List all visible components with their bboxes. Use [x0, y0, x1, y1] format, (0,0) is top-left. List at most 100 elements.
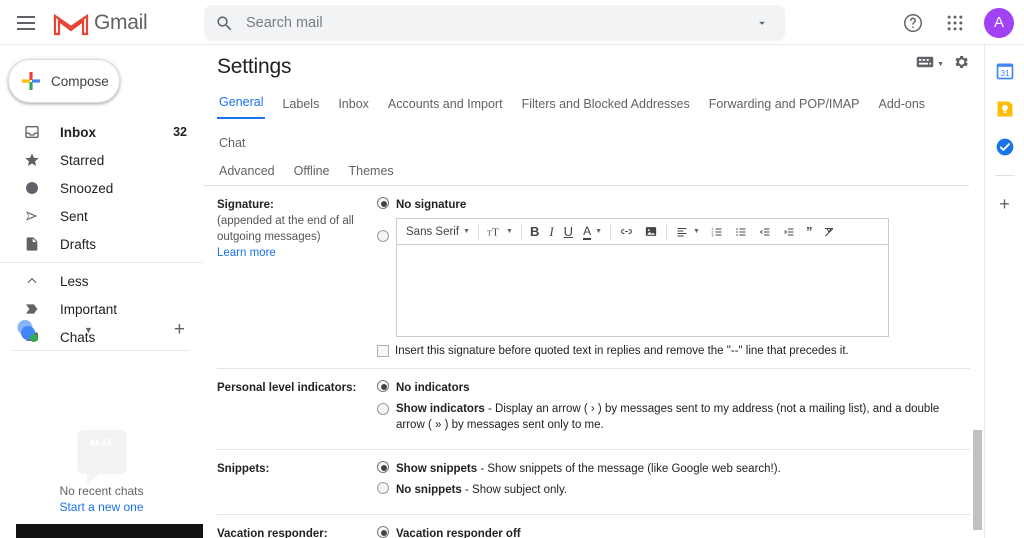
insert-before-quoted-label: Insert this signature before quoted text…: [395, 345, 849, 357]
indent-less-icon[interactable]: [753, 220, 777, 244]
numbered-list-icon[interactable]: 123: [705, 220, 729, 244]
personal-indicators-option-show[interactable]: Show indicators - Display an arrow ( › )…: [377, 401, 970, 433]
signature-label-block: Signature: (appended at the end of all o…: [217, 197, 377, 357]
google-calendar-icon[interactable]: 31: [995, 61, 1015, 81]
font-size-button[interactable]: TT ▼: [482, 220, 518, 244]
vacation-body: Vacation responder off Vacation responde…: [377, 526, 970, 538]
show-indicators-radio[interactable]: [377, 403, 389, 415]
sidebar-item-less[interactable]: Less: [0, 267, 203, 295]
signature-custom-radio[interactable]: [377, 230, 389, 242]
main-scrollbar-thumb[interactable]: [973, 430, 982, 530]
snippets-label: Snippets:: [217, 461, 367, 477]
search-icon[interactable]: [204, 14, 244, 33]
snippets-option-show[interactable]: Show snippets - Show snippets of the mes…: [377, 461, 970, 477]
signature-note: (appended at the end of all outgoing mes…: [217, 215, 354, 243]
plus-icon[interactable]: +: [999, 194, 1010, 215]
gear-icon[interactable]: [952, 53, 970, 76]
help-icon[interactable]: [894, 4, 932, 42]
personal-indicators-option-none[interactable]: No indicators: [377, 380, 970, 396]
hangouts-quote-icon: ““: [77, 430, 127, 474]
google-keep-icon[interactable]: [995, 99, 1015, 119]
no-snippets-description: - Show subject only.: [462, 484, 567, 496]
vacation-option-off[interactable]: Vacation responder off: [377, 526, 970, 538]
snippets-option-none[interactable]: No snippets - Show subject only.: [377, 482, 970, 498]
chevron-up-icon: [22, 274, 42, 288]
chevron-down-icon[interactable]: ▼: [937, 61, 944, 68]
sidebar-label-drafts: Drafts: [60, 237, 96, 252]
signature-format-toolbar: Sans Serif ▼ TT ▼ B I U: [396, 218, 889, 244]
sidebar-label-sent: Sent: [60, 209, 88, 224]
tab-add-ons[interactable]: Add-ons: [876, 95, 927, 119]
insert-image-icon[interactable]: [639, 220, 663, 244]
tab-offline[interactable]: Offline: [292, 162, 332, 178]
underline-button[interactable]: U: [559, 220, 578, 244]
signature-option-none[interactable]: No signature: [377, 197, 970, 213]
google-tasks-icon[interactable]: [995, 137, 1015, 157]
no-snippets-radio[interactable]: [377, 482, 389, 494]
text-color-button[interactable]: A ▼: [578, 220, 607, 244]
chat-empty-text: No recent chats: [0, 484, 203, 498]
hangouts-avatar[interactable]: [16, 318, 40, 342]
vacation-off-radio[interactable]: [377, 526, 389, 538]
toolbar-divider: [666, 224, 667, 240]
indent-more-icon[interactable]: [777, 220, 801, 244]
text-color-glyph: A: [583, 224, 591, 240]
tab-labels[interactable]: Labels: [280, 95, 321, 119]
hangouts-status-bar[interactable]: ▼ +: [0, 309, 203, 351]
plus-icon[interactable]: +: [174, 319, 185, 341]
sidebar-label-less: Less: [60, 274, 89, 289]
sidebar-item-starred[interactable]: Starred: [0, 146, 203, 174]
insert-before-quoted-row[interactable]: Insert this signature before quoted text…: [377, 345, 970, 357]
start-new-chat-link[interactable]: Start a new one: [0, 500, 203, 514]
snippets-body: Show snippets - Show snippets of the mes…: [377, 461, 970, 503]
block-quote-icon[interactable]: ”: [801, 220, 818, 244]
bulleted-list-icon[interactable]: [729, 220, 753, 244]
vacation-label: Vacation responder:: [217, 526, 367, 538]
signature-learn-more-link[interactable]: Learn more: [217, 247, 276, 259]
signature-textarea[interactable]: [396, 244, 889, 337]
signature-none-radio[interactable]: [377, 197, 389, 209]
align-left-icon[interactable]: ▼: [670, 220, 705, 244]
search-input[interactable]: [244, 14, 739, 32]
tab-general[interactable]: General: [217, 93, 265, 119]
settings-tabs: General Labels Inbox Accounts and Import…: [203, 83, 969, 186]
bold-button[interactable]: B: [525, 220, 544, 244]
avatar[interactable]: A: [984, 8, 1014, 38]
link-icon[interactable]: [614, 220, 639, 244]
apps-grid-icon[interactable]: [936, 4, 974, 42]
remove-formatting-icon[interactable]: [817, 220, 841, 244]
gmail-logo[interactable]: Gmail: [52, 9, 147, 37]
chevron-down-icon[interactable]: ▼: [84, 325, 93, 335]
input-tools-button[interactable]: ▼: [916, 55, 944, 74]
font-family-value: Sans Serif: [406, 226, 459, 238]
signature-editor: Sans Serif ▼ TT ▼ B I U: [396, 218, 889, 337]
draft-icon: [22, 236, 42, 252]
tab-chat[interactable]: Chat: [217, 134, 247, 158]
sidebar-item-inbox[interactable]: Inbox 32: [0, 118, 203, 146]
sidebar-label-inbox: Inbox: [60, 125, 96, 140]
chevron-down-icon: ▼: [463, 228, 470, 235]
no-indicators-radio[interactable]: [377, 380, 389, 392]
signature-option-custom[interactable]: Sans Serif ▼ TT ▼ B I U: [377, 218, 970, 337]
hangouts-divider: [12, 350, 190, 351]
search-bar[interactable]: [204, 5, 785, 41]
chevron-down-icon: ▼: [506, 228, 513, 235]
tab-forwarding-and-pop-imap[interactable]: Forwarding and POP/IMAP: [707, 95, 862, 119]
tab-inbox[interactable]: Inbox: [336, 95, 371, 119]
main-menu-icon[interactable]: [6, 3, 46, 43]
tab-filters-and-blocked-addresses[interactable]: Filters and Blocked Addresses: [520, 95, 692, 119]
insert-before-quoted-checkbox[interactable]: [377, 345, 389, 357]
tab-accounts-and-import[interactable]: Accounts and Import: [386, 95, 505, 119]
compose-button[interactable]: Compose: [8, 59, 120, 103]
settings-content: Signature: (appended at the end of all o…: [203, 186, 984, 538]
font-family-select[interactable]: Sans Serif ▼: [401, 220, 475, 244]
svg-text:3: 3: [711, 233, 713, 237]
sidebar-item-drafts[interactable]: Drafts: [0, 230, 203, 258]
sidebar-item-sent[interactable]: Sent: [0, 202, 203, 230]
italic-button[interactable]: I: [544, 220, 558, 244]
search-options-icon[interactable]: [739, 16, 785, 30]
sidebar-item-snoozed[interactable]: Snoozed: [0, 174, 203, 202]
tab-advanced[interactable]: Advanced: [217, 162, 277, 178]
tab-themes[interactable]: Themes: [347, 162, 396, 178]
show-snippets-radio[interactable]: [377, 461, 389, 473]
